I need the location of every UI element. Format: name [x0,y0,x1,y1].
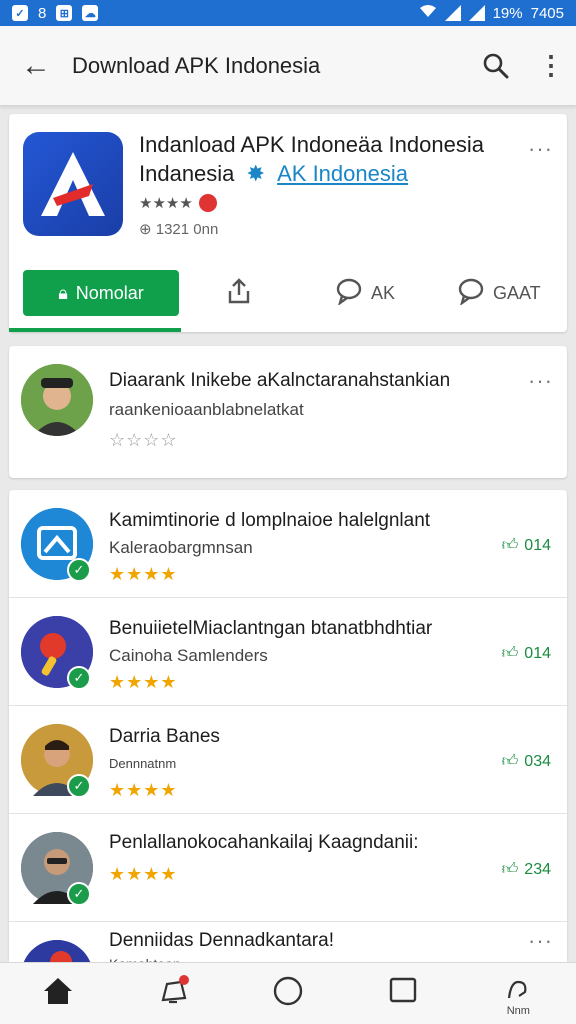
nav-recents[interactable] [373,969,433,1019]
review-subtitle: Cainoha Samlenders [109,646,268,665]
page-title: Download APK Indonesia [72,52,321,78]
verified-icon: ✸ [246,161,265,186]
featured-review-card: Diaarank Inikebe aKalnctaranahstankian ·… [9,346,567,478]
share-button[interactable] [225,270,253,316]
card-menu-icon[interactable]: ··· [528,368,553,394]
like-count: 014 [524,536,551,554]
list-item[interactable]: ✓ Darria Banes Dennnatnm ★★★★ 👍︎ 034 [9,706,567,814]
review-stars: ☆☆☆☆ [109,430,178,450]
profile-label: Nnm [506,1004,530,1017]
app-bar: ← Download APK Indonesia ⋮ [0,26,576,106]
app-rating: ★★★★ [139,194,217,212]
verified-icon: ✓ [67,666,91,690]
review-button[interactable]: AK [335,270,395,316]
thumbs-up-icon: 👍︎ [501,753,519,770]
chat-bubble-icon [335,277,363,310]
thumbs-up-icon: 👍︎ [501,861,519,878]
reviewer-name: Kamimtinorie d lomplnaioe halelgnlant [109,510,431,531]
share-icon [225,277,253,310]
thumbs-up-icon: 👍︎ [501,645,519,662]
install-button[interactable]: 🔒︎ Nomolar [23,270,179,316]
list-item[interactable]: ✓ Penlallanokocahankailaj Kaagndanii: ★★… [9,814,567,922]
verified-icon: ✓ [67,774,91,798]
review-subtitle: Dennnatnm [109,756,177,771]
reviewer-name: Penlallanokocahankailaj Kaagndanii: [109,832,419,853]
badge-icon [198,194,217,212]
like-count: 034 [524,752,551,770]
reviewer-name: Darria Banes [109,726,220,747]
circle-icon [272,975,304,1012]
chat-button[interactable]: GAAT [457,270,541,316]
verified-icon: ✓ [67,882,91,906]
review-list: ✓ Kamimtinorie d lomplnaioe halelgnlant … [9,490,567,970]
like-button[interactable]: 👍︎ 014 [502,536,551,555]
download-icon: ⊕ [139,221,152,238]
thumbs-up-icon: 👍︎ [501,537,519,554]
developer-link[interactable]: AK Indonesia [277,161,408,186]
nav-profile[interactable]: Nnm [488,969,548,1019]
review-stars: ★★★★ [109,864,178,884]
shield-icon: ✓ [12,5,28,21]
signal-icon [444,5,461,21]
nav-home-circle[interactable] [258,969,318,1019]
review-stars: ★★★★ [109,780,178,800]
status-bar: ✓ 8 ⊞ ☁ 19% 7405 [0,0,576,26]
reviewer-name: Denniidas Dennadkantara! [109,930,334,951]
reviewer-name: Diaarank Inikebe aKalnctaranahstankian [109,370,451,391]
list-item[interactable]: ✓ BenuiietelMiaclantngan btanatbhdhtiar … [9,598,567,706]
review-label: AK [371,282,396,303]
review-subtitle: Kaleraobargmnsan [109,538,253,557]
verified-icon: ✓ [67,558,91,582]
signal-icon [468,5,485,21]
chat-bubble-icon [457,277,485,310]
bottom-navigation: Nnm [0,962,576,1024]
download-count-text: 1321 0nn [155,221,219,238]
notification-badge [178,974,189,985]
like-button[interactable]: 👍︎ 014 [502,644,551,663]
card-menu-icon[interactable]: ··· [528,928,553,954]
card-menu-icon[interactable]: ··· [528,136,553,162]
search-icon[interactable] [466,52,526,80]
app-title-block: Indanload APK Indoneäa Indonesia Indanes… [139,130,519,188]
like-button[interactable]: 👍︎ 234 [502,860,551,879]
square-icon [388,976,418,1011]
home-icon [42,976,74,1011]
battery-text: 19% [492,4,523,22]
back-arrow-icon[interactable]: ← [0,49,72,83]
avatar[interactable] [21,364,93,436]
grid-icon: ⊞ [56,5,73,21]
like-button[interactable]: 👍︎ 034 [502,752,551,771]
review-stars: ★★★★ [109,672,178,692]
reviewer-name: BenuiietelMiaclantngan btanatbhdhtiar [109,618,433,639]
lock-icon: 🔒︎ [58,282,68,303]
install-button-label: Nomolar [75,282,144,303]
wifi-icon [419,4,437,22]
overflow-menu-icon[interactable]: ⋮ [526,50,576,81]
clock-text: 7405 [530,4,564,22]
app-header-card: Indanload APK Indoneäa Indonesia Indanes… [9,114,567,332]
nav-notifications[interactable] [143,969,203,1019]
nav-home[interactable] [28,969,88,1019]
rating-stars: ★★★★ [139,195,193,212]
install-tab-indicator [9,328,181,332]
review-stars: ★★★★ [109,564,178,584]
status-label: 8 [38,4,47,22]
like-count: 234 [524,860,551,878]
review-text: raankenioaanblabnelatkat [109,400,304,419]
chat-label: GAAT [493,282,541,303]
like-count: 014 [524,644,551,662]
download-count: ⊕ 1321 0nn [139,220,218,238]
app-logo [23,132,123,236]
list-item[interactable]: ✓ Kamimtinorie d lomplnaioe halelgnlant … [9,490,567,598]
cloud-icon: ☁ [82,5,99,21]
